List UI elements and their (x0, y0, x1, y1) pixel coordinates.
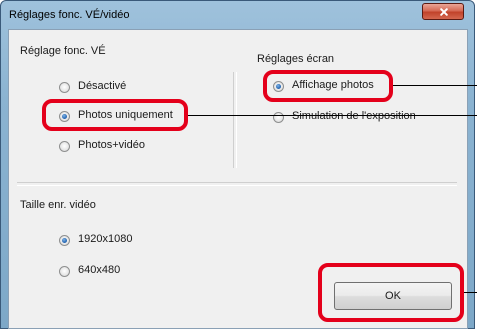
close-button[interactable] (422, 3, 464, 20)
radio-photos-only[interactable] (59, 111, 70, 122)
radio-disabled[interactable] (59, 82, 70, 93)
radio-photos-video[interactable] (59, 141, 70, 152)
callout-line-photos-only (188, 115, 477, 116)
option-photos-video-label[interactable]: Photos+vidéo (78, 139, 145, 151)
horizontal-divider (17, 182, 457, 186)
callout-line-ok (464, 292, 477, 293)
option-1920x1080-label[interactable]: 1920x1080 (78, 233, 132, 245)
dialog-body: Réglage fonc. VÉ Désactivé Photos unique… (8, 29, 468, 329)
option-640x480-label[interactable]: 640x480 (78, 264, 120, 276)
radio-photo-display[interactable] (273, 81, 284, 92)
live-view-heading: Réglage fonc. VÉ (20, 45, 106, 57)
option-exposure-simulation-label[interactable]: Simulation de l'exposition (292, 110, 416, 122)
title-bar[interactable]: Réglages fonc. VÉ/vidéo (1, 1, 474, 29)
option-photo-display-label[interactable]: Affichage photos (292, 79, 374, 91)
radio-1920x1080[interactable] (59, 235, 70, 246)
video-size-heading: Taille enr. vidéo (20, 199, 96, 211)
dialog-window: Réglages fonc. VÉ/vidéo Réglage fonc. VÉ… (0, 0, 475, 329)
radio-exposure-simulation[interactable] (273, 112, 284, 123)
vertical-divider (233, 72, 237, 168)
screen-settings-heading: Réglages écran (257, 53, 335, 65)
option-disabled-label[interactable]: Désactivé (78, 80, 126, 92)
option-photos-only-label[interactable]: Photos uniquement (78, 109, 173, 121)
window-title: Réglages fonc. VÉ/vidéo (9, 9, 130, 21)
radio-640x480[interactable] (59, 266, 70, 277)
callout-line-photo-display (393, 85, 477, 86)
ok-button[interactable]: OK (334, 282, 452, 310)
